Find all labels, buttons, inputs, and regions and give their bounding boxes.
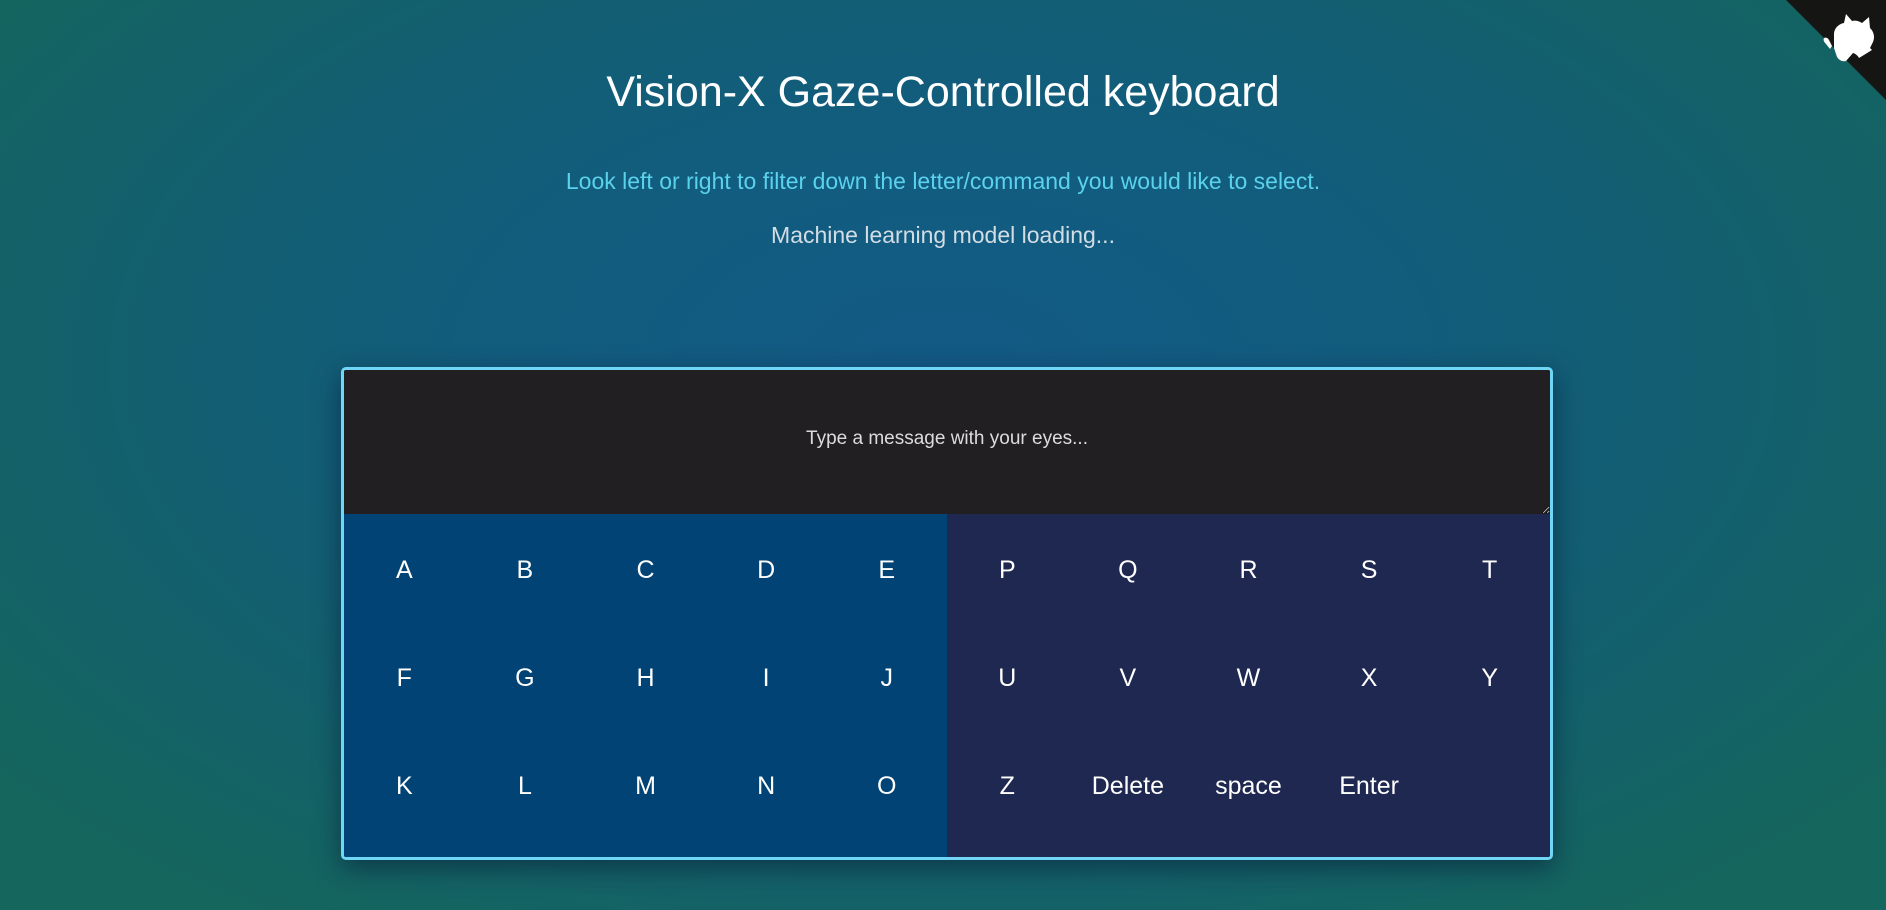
key-w[interactable]: W: [1188, 663, 1309, 693]
key-o[interactable]: O: [826, 771, 947, 801]
key-t[interactable]: T: [1429, 555, 1550, 585]
key-i[interactable]: I: [706, 663, 827, 693]
key-e[interactable]: E: [826, 555, 947, 585]
key-c[interactable]: C: [585, 555, 706, 585]
key-l[interactable]: L: [465, 771, 586, 801]
right-key-group: P Q R S T U V W X Y Z Delete space Enter: [947, 514, 1550, 857]
key-p[interactable]: P: [947, 555, 1068, 585]
key-delete[interactable]: Delete: [1068, 771, 1189, 801]
model-status-text: Machine learning model loading...: [771, 222, 1115, 248]
key-q[interactable]: Q: [1068, 555, 1189, 585]
message-input[interactable]: [344, 370, 1550, 514]
gaze-keyboard: ABCDE FGHIJ KLMNO PQRST UVWXY ZDeletespaceEn…: [341, 367, 1553, 860]
left-key-group: ABCDE FGHIJ KLMNO: [344, 514, 947, 857]
key-d[interactable]: D: [706, 555, 827, 585]
key-a[interactable]: A: [344, 555, 465, 585]
key-b[interactable]: B: [465, 555, 586, 585]
key-j[interactable]: J: [826, 663, 947, 693]
key-v[interactable]: V: [1068, 663, 1189, 693]
key-u[interactable]: U: [947, 663, 1068, 693]
key-space[interactable]: space: [1188, 771, 1309, 801]
instructions-text: Look left or right to filter down the le…: [565, 168, 1321, 194]
page-title: Vision-X Gaze-Controlled keyboard: [606, 68, 1280, 116]
key-s[interactable]: S: [1309, 555, 1430, 585]
key-h[interactable]: H: [585, 663, 706, 693]
key-y[interactable]: Y: [1429, 663, 1550, 693]
key-g[interactable]: G: [465, 663, 586, 693]
key-f[interactable]: F: [344, 663, 465, 693]
key-z[interactable]: Z: [947, 771, 1068, 801]
key-enter[interactable]: Enter: [1309, 771, 1430, 801]
key-r[interactable]: R: [1188, 555, 1309, 585]
key-x[interactable]: X: [1309, 663, 1430, 693]
key-n[interactable]: N: [706, 771, 827, 801]
key-k[interactable]: K: [344, 771, 465, 801]
key-m[interactable]: M: [585, 771, 706, 801]
